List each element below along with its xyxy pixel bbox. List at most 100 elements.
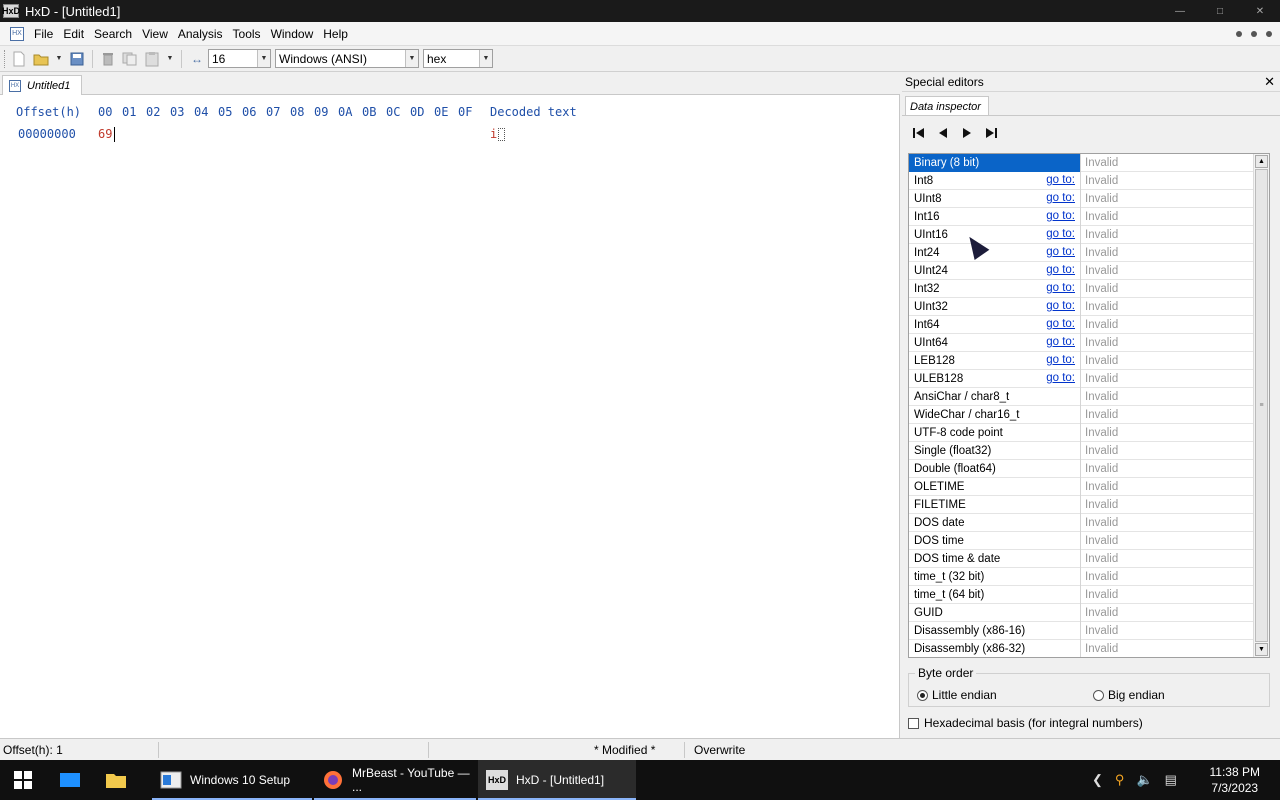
row-value[interactable]: Invalid (1081, 190, 1253, 207)
goto-link[interactable]: go to: (1046, 192, 1075, 204)
row-value[interactable]: Invalid (1081, 388, 1253, 405)
row-value[interactable]: Invalid (1081, 334, 1253, 351)
open-folder-icon[interactable] (33, 51, 49, 67)
menu-analysis[interactable]: Analysis (174, 27, 229, 41)
checkbox-icon[interactable] (908, 717, 919, 729)
minimize-button[interactable]: — (1160, 0, 1200, 22)
row-value[interactable]: Invalid (1081, 316, 1253, 333)
row-value[interactable]: Invalid (1081, 514, 1253, 531)
inspector-row[interactable]: time_t (32 bit) Invalid (909, 568, 1253, 586)
menu-view[interactable]: View (138, 27, 174, 41)
new-file-icon[interactable] (11, 51, 27, 67)
goto-link[interactable]: go to: (1046, 282, 1075, 294)
menu-tools[interactable]: Tools (229, 27, 267, 41)
inspector-row[interactable]: Single (float32) Invalid (909, 442, 1253, 460)
row-value[interactable]: Invalid (1081, 226, 1253, 243)
inspector-row[interactable]: DOS date Invalid (909, 514, 1253, 532)
taskbar-app-firefox[interactable]: MrBeast - YouTube — ... (314, 760, 476, 800)
tab-untitled1[interactable]: HX Untitled1 (2, 75, 82, 95)
scroll-down-icon[interactable]: ▼ (1255, 643, 1268, 656)
big-endian-radio[interactable]: Big endian (1093, 688, 1165, 702)
inspector-row[interactable]: UInt64 go to: Invalid (909, 334, 1253, 352)
volume-icon[interactable]: 🔈 (1136, 772, 1152, 788)
row-value[interactable]: Invalid (1081, 478, 1253, 495)
chevron-up-icon[interactable]: ❮ (1092, 772, 1103, 788)
row-value[interactable]: Invalid (1081, 586, 1253, 603)
toolbar-grip[interactable] (4, 49, 8, 68)
inspector-row[interactable]: LEB128 go to: Invalid (909, 352, 1253, 370)
row-value[interactable]: Invalid (1081, 460, 1253, 477)
close-button[interactable]: ✕ (1240, 0, 1280, 22)
charset-select[interactable]: Windows (ANSI) ▼ (275, 49, 419, 68)
inspector-row[interactable]: Int24 go to: Invalid (909, 244, 1253, 262)
row-value[interactable]: Invalid (1081, 352, 1253, 369)
goto-link[interactable]: go to: (1046, 372, 1075, 384)
inspector-row[interactable]: UTF-8 code point Invalid (909, 424, 1253, 442)
status-mode[interactable]: Overwrite (694, 743, 745, 757)
inspector-row[interactable]: UInt8 go to: Invalid (909, 190, 1253, 208)
hex-byte[interactable]: 69 (98, 127, 112, 141)
inspector-row[interactable]: time_t (64 bit) Invalid (909, 586, 1253, 604)
menu-help[interactable]: Help (319, 27, 354, 41)
inspector-row[interactable]: DOS time Invalid (909, 532, 1253, 550)
inspector-row[interactable]: Int8 go to: Invalid (909, 172, 1253, 190)
inspector-row[interactable]: UInt32 go to: Invalid (909, 298, 1253, 316)
row-value[interactable]: Invalid (1081, 262, 1253, 279)
inspector-row[interactable]: Int32 go to: Invalid (909, 280, 1253, 298)
inspector-scrollbar[interactable]: ▲ ≡ ▼ (1253, 154, 1269, 657)
goto-link[interactable]: go to: (1046, 354, 1075, 366)
system-clock[interactable]: 11:38 PM 7/3/2023 (1210, 764, 1260, 796)
windows-start-icon[interactable] (14, 771, 32, 789)
goto-link[interactable]: go to: (1046, 264, 1075, 276)
inspector-row[interactable]: ULEB128 go to: Invalid (909, 370, 1253, 388)
chevron-down-icon[interactable]: ▼ (405, 50, 418, 67)
inspector-row[interactable]: AnsiChar / char8_t Invalid (909, 388, 1253, 406)
row-value[interactable]: Invalid (1081, 244, 1253, 261)
delete-icon[interactable] (100, 51, 116, 67)
little-endian-radio[interactable]: Little endian (917, 688, 997, 702)
goto-link[interactable]: go to: (1046, 210, 1075, 222)
window-control-dot-icon[interactable] (1266, 30, 1272, 37)
inspector-row[interactable]: OLETIME Invalid (909, 478, 1253, 496)
bytes-per-row-select[interactable]: 16 ▼ (208, 49, 271, 68)
row-value[interactable]: Invalid (1081, 172, 1253, 189)
hex-editor[interactable]: Offset(h) 00 01 02 03 04 05 06 07 08 09 … (0, 95, 900, 738)
goto-link[interactable]: go to: (1046, 174, 1075, 186)
row-value[interactable]: Invalid (1081, 424, 1253, 441)
previous-byte-icon[interactable] (936, 126, 950, 140)
inspector-row[interactable]: WideChar / char16_t Invalid (909, 406, 1253, 424)
row-value[interactable]: Invalid (1081, 622, 1253, 639)
inspector-row[interactable]: Double (float64) Invalid (909, 460, 1253, 478)
document-icon[interactable]: HX (10, 26, 24, 41)
inspector-row[interactable]: Int64 go to: Invalid (909, 316, 1253, 334)
inspector-row[interactable]: Binary (8 bit) Invalid (909, 154, 1253, 172)
goto-link[interactable]: go to: (1046, 300, 1075, 312)
goto-link[interactable]: go to: (1046, 246, 1075, 258)
goto-link[interactable]: go to: (1046, 336, 1075, 348)
row-value[interactable]: Invalid (1081, 568, 1253, 585)
menu-file[interactable]: File (30, 27, 59, 41)
row-value[interactable]: Invalid (1081, 496, 1253, 513)
menu-search[interactable]: Search (90, 27, 138, 41)
dropdown-arrow-icon[interactable]: ▼ (166, 51, 174, 67)
radio-icon[interactable] (1093, 689, 1104, 701)
task-view-icon[interactable] (58, 760, 88, 800)
scroll-up-icon[interactable]: ▲ (1255, 155, 1268, 168)
row-value[interactable]: Invalid (1081, 604, 1253, 621)
chevron-down-icon[interactable]: ▼ (257, 50, 270, 67)
tab-data-inspector[interactable]: Data inspector (905, 96, 989, 116)
search-icon[interactable]: ⚲ (1115, 772, 1125, 788)
goto-link[interactable]: go to: (1046, 318, 1075, 330)
goto-link[interactable]: go to: (1046, 228, 1075, 240)
row-value[interactable]: Invalid (1081, 550, 1253, 567)
row-value[interactable]: Invalid (1081, 532, 1253, 549)
row-value[interactable]: Invalid (1081, 208, 1253, 225)
offset-base-select[interactable]: hex ▼ (423, 49, 493, 68)
window-control-dot-icon[interactable] (1251, 30, 1257, 37)
dropdown-arrow-icon[interactable]: ▼ (55, 51, 63, 67)
row-value[interactable]: Invalid (1081, 370, 1253, 387)
row-value[interactable]: Invalid (1081, 298, 1253, 315)
hex-basis-checkbox[interactable]: Hexadecimal basis (for integral numbers) (908, 716, 1143, 730)
inspector-row[interactable]: GUID Invalid (909, 604, 1253, 622)
save-icon[interactable] (69, 51, 85, 67)
